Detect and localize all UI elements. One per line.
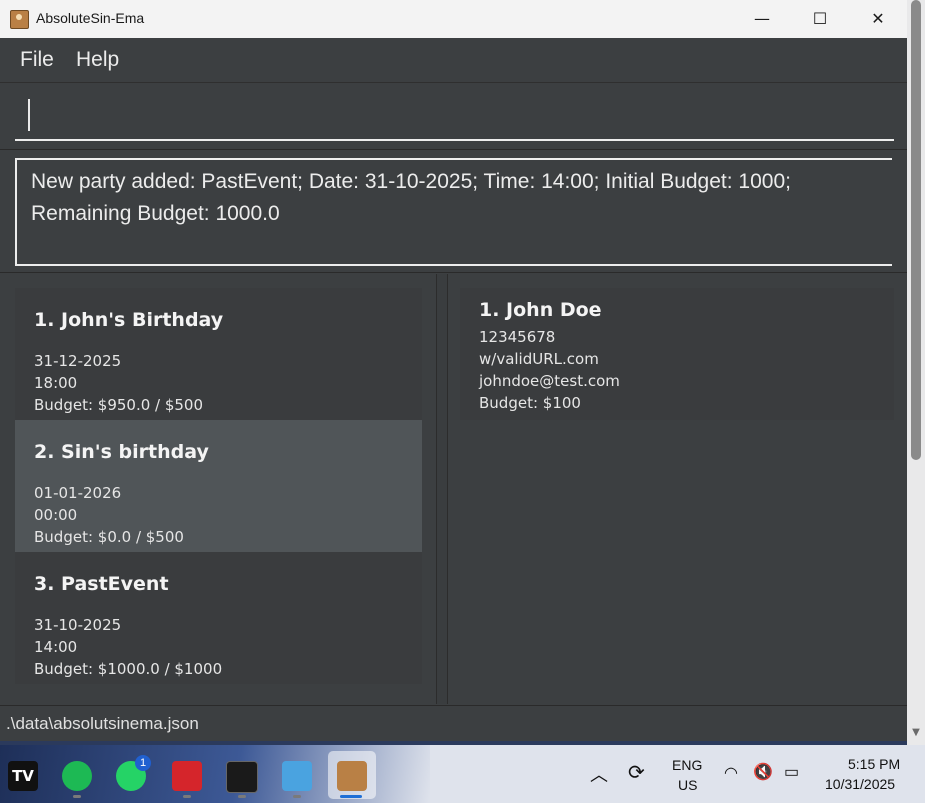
notification-badge: 1 [135, 755, 151, 771]
person-card[interactable]: 1. John Doe 12345678 w/validURL.com john… [460, 288, 894, 420]
scrollbar-thumb[interactable] [911, 0, 921, 460]
language-indicator[interactable]: ENG [672, 757, 702, 773]
scroll-down-icon[interactable]: ▼ [909, 726, 923, 740]
region-indicator[interactable]: US [678, 777, 697, 793]
status-bar: .\data\absolutsinema.json [0, 705, 907, 741]
party-time: 14:00 [34, 638, 78, 656]
party-name: 2. Sin's birthday [34, 441, 209, 463]
running-indicator [73, 795, 81, 798]
person-budget: Budget: $100 [479, 394, 581, 412]
person-address: w/validURL.com [479, 350, 599, 368]
party-name: 1. John's Birthday [34, 309, 224, 331]
person-name: 1. John Doe [479, 299, 602, 321]
menu-bar: File Help [0, 38, 907, 83]
menu-file[interactable]: File [20, 48, 54, 72]
addressbook-icon[interactable] [337, 761, 367, 791]
running-indicator [293, 795, 301, 798]
chevron-up-icon[interactable]: ︿ [590, 761, 608, 787]
menu-help[interactable]: Help [76, 48, 119, 72]
tradingview-icon[interactable]: TV [8, 761, 38, 791]
command-box-area [0, 83, 907, 147]
taskbar: TV 1 ︿ ⟳ ENG US ◠ 🔇 ▭ 5:15 PM 10/31/2025 [0, 745, 925, 803]
party-date: 31-12-2025 [34, 352, 122, 370]
acrobat-icon[interactable] [172, 761, 202, 791]
party-date: 31-10-2025 [34, 616, 122, 634]
command-input[interactable] [15, 95, 894, 141]
notepad-icon[interactable] [282, 761, 312, 791]
person-phone: 12345678 [479, 328, 556, 346]
window-title: AbsoluteSin-Ema [36, 10, 145, 26]
wifi-icon[interactable]: ◠ [724, 763, 738, 783]
running-indicator [183, 795, 191, 798]
party-time: 18:00 [34, 374, 78, 392]
running-indicator [238, 795, 246, 798]
maximize-button[interactable]: ☐ [791, 0, 849, 38]
list-panes: 1. John's Birthday 31-12-2025 18:00 Budg… [0, 274, 907, 704]
active-indicator [340, 795, 362, 798]
app-window: AbsoluteSin-Ema — ☐ ✕ File Help New part… [0, 0, 907, 741]
split-pane-divider[interactable] [436, 274, 448, 704]
result-display-area: New party added: PastEvent; Date: 31-10-… [0, 149, 907, 273]
party-budget: Budget: $0.0 / $500 [34, 528, 184, 546]
party-name: 3. PastEvent [34, 573, 169, 595]
clock-time[interactable]: 5:15 PM [848, 756, 900, 772]
minimize-button[interactable]: — [733, 0, 791, 38]
party-time: 00:00 [34, 506, 78, 524]
person-email: johndoe@test.com [479, 372, 620, 390]
result-message: New party added: PastEvent; Date: 31-10-… [31, 170, 791, 225]
party-budget: Budget: $950.0 / $500 [34, 396, 204, 414]
app-icon [10, 10, 29, 29]
spotify-icon[interactable] [62, 761, 92, 791]
party-budget: Budget: $1000.0 / $1000 [34, 660, 223, 678]
save-location: .\data\absolutsinema.json [6, 714, 199, 733]
volume-muted-icon[interactable]: 🔇 [753, 762, 773, 782]
text-caret [28, 99, 30, 131]
battery-icon[interactable]: ▭ [784, 762, 799, 782]
party-card[interactable]: 1. John's Birthday 31-12-2025 18:00 Budg… [15, 288, 422, 420]
clock-date[interactable]: 10/31/2025 [825, 776, 895, 792]
title-bar[interactable]: AbsoluteSin-Ema — ☐ ✕ [0, 0, 907, 38]
terminal-icon[interactable] [226, 761, 258, 793]
sync-icon[interactable]: ⟳ [628, 760, 645, 785]
result-display[interactable]: New party added: PastEvent; Date: 31-10-… [15, 158, 892, 266]
person-list-panel: 1. John Doe 12345678 w/validURL.com john… [448, 274, 907, 704]
party-list-panel: 1. John's Birthday 31-12-2025 18:00 Budg… [0, 274, 434, 704]
close-button[interactable]: ✕ [849, 0, 907, 38]
party-date: 01-01-2026 [34, 484, 122, 502]
party-card-selected[interactable]: 2. Sin's birthday 01-01-2026 00:00 Budge… [15, 420, 422, 552]
party-card[interactable]: 3. PastEvent 31-10-2025 14:00 Budget: $1… [15, 552, 422, 684]
